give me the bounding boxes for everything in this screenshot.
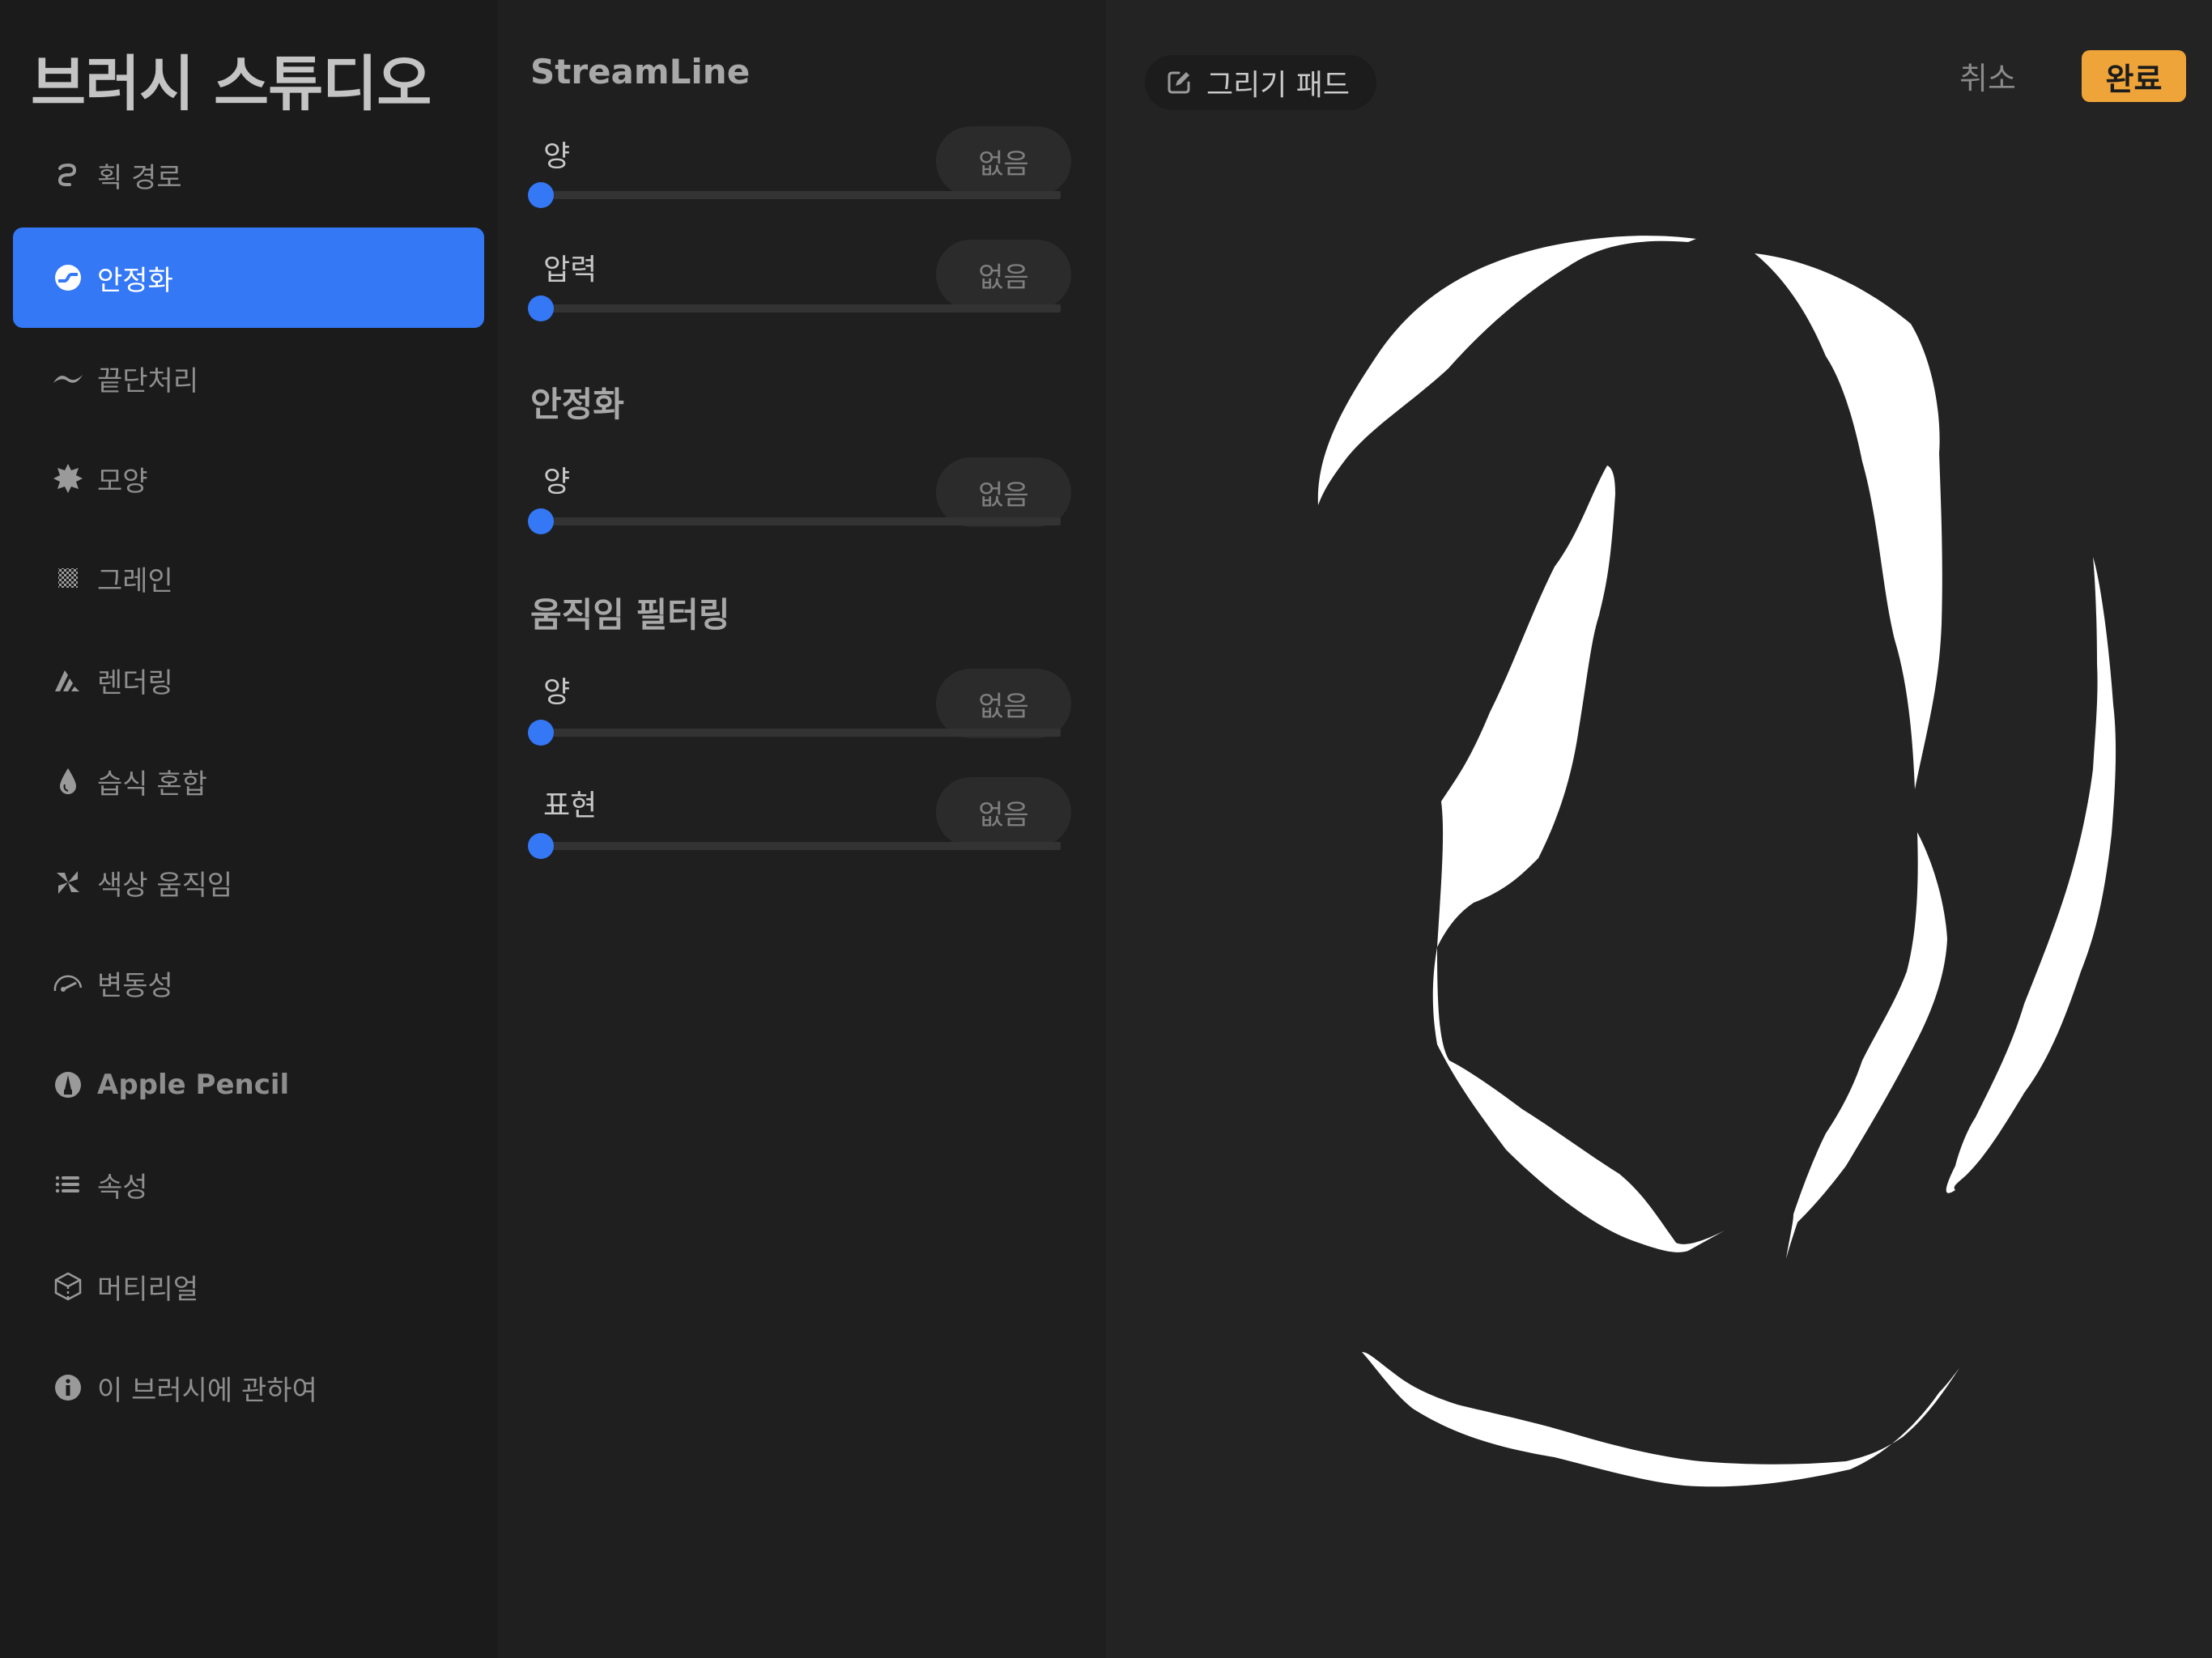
sidebar-item-label: 끝단처리 <box>97 364 199 397</box>
value-pill[interactable]: 없음 <box>936 777 1071 847</box>
sidebar-item-color-dynamics[interactable]: 색상 움직임 <box>13 832 484 933</box>
value-pill[interactable]: 없음 <box>936 126 1071 196</box>
slider-knob[interactable] <box>528 182 554 208</box>
setting-label: 양 <box>543 676 571 709</box>
setting-label: 표현 <box>543 789 598 823</box>
brush-stroke <box>1946 557 2116 1193</box>
sidebar-item-grain[interactable]: 그레인 <box>13 528 484 628</box>
motion-filtering-amount-slider[interactable] <box>528 720 1061 746</box>
sidebar-item-label: 획 경로 <box>97 161 182 194</box>
brush-stroke <box>1432 947 1725 1252</box>
sidebar-item-wet-mix[interactable]: 습식 혼합 <box>13 731 484 831</box>
sidebar-item-label: 안정화 <box>97 264 173 297</box>
section-title-stabilization: 안정화 <box>530 385 624 424</box>
color-dynamics-icon <box>52 866 84 899</box>
sidebar-item-materials[interactable]: 머티리얼 <box>13 1236 484 1337</box>
brush-strokes-canvas <box>1317 236 2116 1487</box>
slider-knob[interactable] <box>528 720 554 746</box>
sidebar-item-label: 그레인 <box>97 564 173 597</box>
sidebar-item-stroke-path[interactable]: 획 경로 <box>13 125 484 225</box>
sidebar-item-properties[interactable]: 속성 <box>13 1134 484 1235</box>
settings-panel: StreamLine 양 없음 압력 없음 안정화 양 없음 움직임 필터링 양… <box>497 0 1106 1658</box>
slider-track[interactable] <box>541 517 1061 525</box>
drawing-pad[interactable]: 그리기 패드 취소 완료 <box>1106 0 2212 1658</box>
stabilization-amount-slider[interactable] <box>528 508 1061 534</box>
rendering-icon <box>52 664 84 696</box>
brush-stroke <box>1317 236 1696 505</box>
slider-track[interactable] <box>541 729 1061 737</box>
grain-icon <box>52 562 84 594</box>
sidebar-item-label: 이 브러시에 관하여 <box>97 1374 317 1407</box>
brush-stroke <box>1437 466 1615 947</box>
stroke-path-icon <box>52 159 84 191</box>
sidebar-item-label: Apple Pencil <box>97 1069 290 1101</box>
brush-stroke <box>1755 253 1942 789</box>
streamline-pressure-slider[interactable] <box>528 295 1061 321</box>
sidebar-item-label: 색상 움직임 <box>97 869 233 902</box>
sidebar-item-label: 속성 <box>97 1171 148 1204</box>
sidebar-item-label: 습식 혼합 <box>97 767 207 801</box>
setting-label: 압력 <box>543 253 598 287</box>
section-title-streamline: StreamLine <box>530 52 751 91</box>
sidebar: 브러시 스튜디오 획 경로 안정화 끝단처리 모양 그레인 렌더링 습식 혼합 … <box>0 0 497 1658</box>
slider-track[interactable] <box>541 191 1061 199</box>
sidebar-item-label: 렌더링 <box>97 666 173 699</box>
slider-knob[interactable] <box>528 833 554 859</box>
shape-icon <box>52 462 84 495</box>
sidebar-item-about[interactable]: 이 브러시에 관하여 <box>13 1337 484 1438</box>
dynamics-gauge-icon <box>52 967 84 999</box>
section-title-motion-filtering: 움직임 필터링 <box>530 595 730 635</box>
sidebar-item-rendering[interactable]: 렌더링 <box>13 630 484 730</box>
setting-label: 양 <box>543 466 571 499</box>
app-title: 브러시 스튜디오 <box>31 49 432 119</box>
sidebar-item-shape[interactable]: 모양 <box>13 428 484 529</box>
stabilization-icon <box>52 261 84 294</box>
setting-label: 양 <box>543 140 571 173</box>
motion-filtering-expression-slider[interactable] <box>528 833 1061 859</box>
apple-pencil-icon <box>52 1069 84 1101</box>
slider-track[interactable] <box>541 304 1061 312</box>
brush-stroke <box>1362 1352 1959 1487</box>
info-icon <box>52 1371 84 1404</box>
streamline-amount-slider[interactable] <box>528 182 1061 208</box>
wet-mix-icon <box>52 765 84 797</box>
slider-track[interactable] <box>541 842 1061 850</box>
sidebar-item-apple-pencil[interactable]: Apple Pencil <box>13 1035 484 1135</box>
materials-cube-icon <box>52 1270 84 1303</box>
slider-knob[interactable] <box>528 295 554 321</box>
slider-knob[interactable] <box>528 508 554 534</box>
sidebar-item-label: 변동성 <box>97 969 173 1002</box>
sidebar-item-stabilization[interactable]: 안정화 <box>13 227 484 328</box>
value-pill[interactable]: 없음 <box>936 240 1071 309</box>
properties-list-icon <box>52 1168 84 1201</box>
taper-icon <box>52 362 84 394</box>
brush-stroke <box>1786 832 1947 1259</box>
sidebar-item-label: 머티리얼 <box>97 1273 199 1306</box>
sidebar-item-label: 모양 <box>97 465 148 498</box>
sidebar-item-dynamics[interactable]: 변동성 <box>13 933 484 1033</box>
sidebar-item-taper[interactable]: 끝단처리 <box>13 328 484 428</box>
